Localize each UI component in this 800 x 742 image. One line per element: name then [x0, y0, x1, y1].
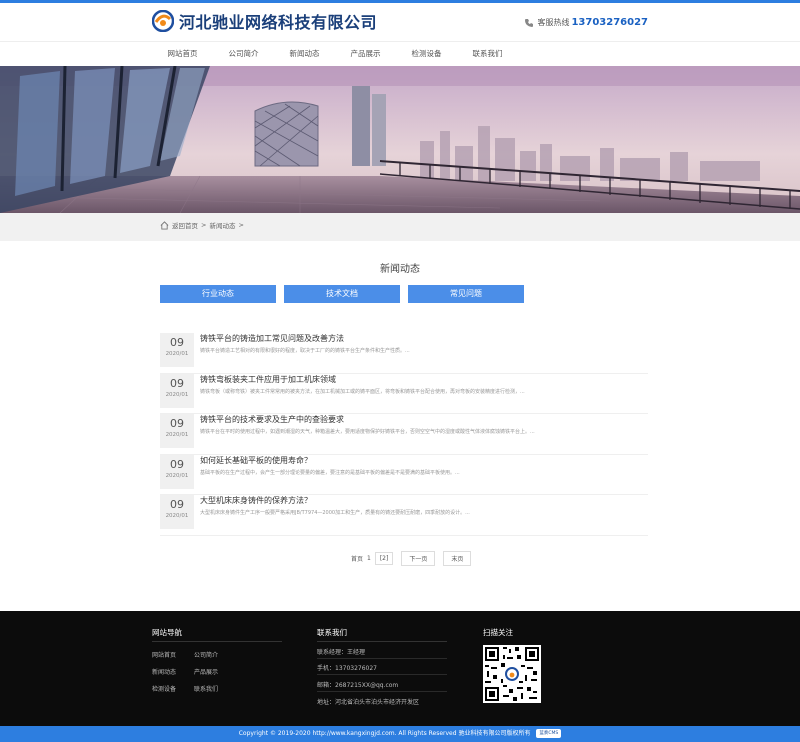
breadcrumb: 返回首页 > 新闻动态 > — [160, 220, 247, 230]
date-day: 09 — [170, 457, 184, 471]
date-box: 09 2020/01 — [160, 414, 194, 448]
footer-divider — [317, 641, 447, 642]
nav-item-products[interactable]: 产品展示 — [335, 42, 396, 66]
cms-badge[interactable]: 蓝奏CMS — [536, 729, 562, 738]
footer-link-about[interactable]: 公司简介 — [194, 650, 218, 659]
copyright-text: Copyright © 2019-2020 http://www.kangxin… — [238, 730, 531, 737]
nav-item-news[interactable]: 新闻动态 — [274, 42, 335, 66]
tab-industry-news[interactable]: 行业动态 — [160, 285, 276, 303]
footer-divider — [152, 641, 282, 642]
date-box: 09 2020/01 — [160, 373, 194, 408]
footer-link-equipment[interactable]: 检测设备 — [152, 684, 176, 693]
pager-page-num[interactable]: 1 — [367, 555, 371, 562]
news-desc: 基础平板的在生产过程中，会产生一部分理论要量的偏差，要注意的是基础平板的偏差是不… — [200, 469, 460, 476]
hotline-label: 客服热线 — [537, 18, 570, 27]
date-year-month: 2020/01 — [165, 432, 189, 438]
breadcrumb-sep-2: > — [238, 221, 244, 229]
news-desc: 铸铁平台铸造工艺相对的有限和很好的程度，取决于工厂的的铸铁平台生产条件和生产性质… — [200, 348, 410, 354]
hotline: 客服热线 13703276027 — [524, 17, 648, 28]
date-day: 09 — [170, 376, 184, 390]
pager-next-button[interactable]: 下一页 — [401, 551, 436, 566]
banner-illustration — [0, 66, 800, 213]
footer-link-news[interactable]: 新闻动态 — [152, 667, 176, 676]
date-year-month: 2020/01 — [165, 391, 189, 398]
breadcrumb-home[interactable]: 返回首页 — [172, 220, 198, 230]
news-item[interactable]: 09 2020/01 如何延长基础平板的使用寿命？ 基础平板的在生产过程中，会产… — [160, 454, 648, 495]
footer-qr-title: 扫描关注 — [483, 628, 513, 637]
logo-icon — [152, 10, 174, 32]
logo[interactable]: 河北驰业网络科技有限公司 — [152, 9, 377, 33]
qr-code — [483, 645, 541, 703]
news-desc: 大型机床床身铸件生产工序一般要严格采用JB/T7974—2000加工和生产，质量… — [200, 510, 470, 516]
company-name: 河北驰业网络科技有限公司 — [179, 13, 378, 32]
date-year-month: 2020/01 — [165, 351, 189, 357]
news-title[interactable]: 铸铁平台的铸造加工常见问题及改善方法 — [200, 333, 344, 344]
footer-link-products[interactable]: 产品展示 — [194, 667, 218, 676]
header: 河北驰业网络科技有限公司 客服热线 13703276027 — [0, 3, 800, 41]
copyright-bar: Copyright © 2019-2020 http://www.kangxin… — [0, 726, 800, 742]
date-day: 09 — [170, 498, 184, 511]
news-title[interactable]: 如何延长基础平板的使用寿命？ — [200, 455, 312, 466]
news-title[interactable]: 大型机床床身铸件的保养方法？ — [200, 495, 312, 506]
footer-link-contact[interactable]: 联系我们 — [194, 684, 218, 693]
phone-icon — [525, 18, 534, 27]
pager-last-button[interactable]: 末页 — [443, 551, 472, 566]
news-list: 09 2020/01 铸铁平台的铸造加工常见问题及改善方法 铸铁平台铸造工艺相对… — [160, 333, 648, 536]
main-nav: 网站首页 公司简介 新闻动态 产品展示 检测设备 联系我们 — [0, 41, 800, 66]
date-day: 09 — [170, 417, 184, 430]
banner-image — [0, 66, 800, 213]
pagination: 首页 1 [2] 下一页 末页 — [351, 551, 479, 566]
date-box: 09 2020/01 — [160, 495, 194, 529]
pager-first[interactable]: 首页 — [351, 554, 363, 563]
nav-item-home[interactable]: 网站首页 — [152, 42, 213, 66]
nav-item-contact[interactable]: 联系我们 — [457, 42, 518, 66]
date-year-month: 2020/01 — [165, 513, 189, 519]
section-title: 新闻动态 — [380, 264, 420, 275]
news-item[interactable]: 09 2020/01 大型机床床身铸件的保养方法？ 大型机床床身铸件生产工序一般… — [160, 495, 648, 536]
hotline-number: 13703276027 — [571, 17, 648, 28]
news-title[interactable]: 铸铁平台的技术要求及生产中的查验要求 — [200, 414, 344, 425]
footer-contact-address: 地址：河北省泊头市泊头市经济开发区 — [317, 699, 420, 706]
footer-contact-title: 联系我们 — [317, 628, 347, 637]
footer-contact-phone: 手机：13703276027 — [317, 665, 377, 672]
pager-current[interactable]: [2] — [374, 552, 394, 565]
news-title[interactable]: 铸铁弯板装夹工件应用于加工机床领域 — [200, 374, 336, 385]
nav-item-equipment[interactable]: 检测设备 — [396, 42, 457, 66]
footer-divider — [317, 691, 447, 692]
category-tabs: 行业动态 技术文档 常见问题 — [160, 285, 532, 303]
date-box: 09 2020/01 — [160, 454, 194, 489]
date-box: 09 2020/01 — [160, 333, 194, 367]
home-icon — [160, 220, 169, 230]
news-desc: 铸铁弯板（或称弯铁）被夹工件常常用的被夹方法，在加工机械加工或的铸平面区，将弯板… — [200, 388, 525, 395]
footer-contact-email: 邮箱：2687215XX@qq.com — [317, 682, 399, 689]
qr-code-icon — [483, 645, 541, 703]
footer-divider — [317, 658, 447, 659]
breadcrumb-bar: 返回首页 > 新闻动态 > — [0, 213, 800, 241]
footer: 网站导航 网站首页 公司简介 新闻动态 产品展示 检测设备 联系我们 联系我们 … — [0, 611, 800, 726]
breadcrumb-sep: > — [201, 221, 207, 229]
news-item[interactable]: 09 2020/01 铸铁平台的铸造加工常见问题及改善方法 铸铁平台铸造工艺相对… — [160, 333, 648, 374]
nav-item-about[interactable]: 公司简介 — [213, 42, 274, 66]
tab-faq[interactable]: 常见问题 — [408, 285, 524, 303]
date-year-month: 2020/01 — [165, 472, 189, 479]
news-item[interactable]: 09 2020/01 铸铁平台的技术要求及生产中的查验要求 铸铁平台在平时的使用… — [160, 414, 648, 455]
footer-nav-title: 网站导航 — [152, 628, 182, 637]
footer-divider — [317, 674, 447, 675]
tab-tech-docs[interactable]: 技术文档 — [284, 285, 400, 303]
news-desc: 铸铁平台在平时的使用过程中，如遇到潮湿的天气，种箱温差大，要用适度物保护好铸铁平… — [200, 429, 535, 435]
footer-contact-manager: 联系经理：王经理 — [317, 649, 366, 656]
date-day: 09 — [170, 336, 184, 349]
breadcrumb-current[interactable]: 新闻动态 — [209, 220, 235, 230]
footer-link-home[interactable]: 网站首页 — [152, 650, 176, 659]
news-item[interactable]: 09 2020/01 铸铁弯板装夹工件应用于加工机床领域 铸铁弯板（或称弯铁）被… — [160, 373, 648, 414]
